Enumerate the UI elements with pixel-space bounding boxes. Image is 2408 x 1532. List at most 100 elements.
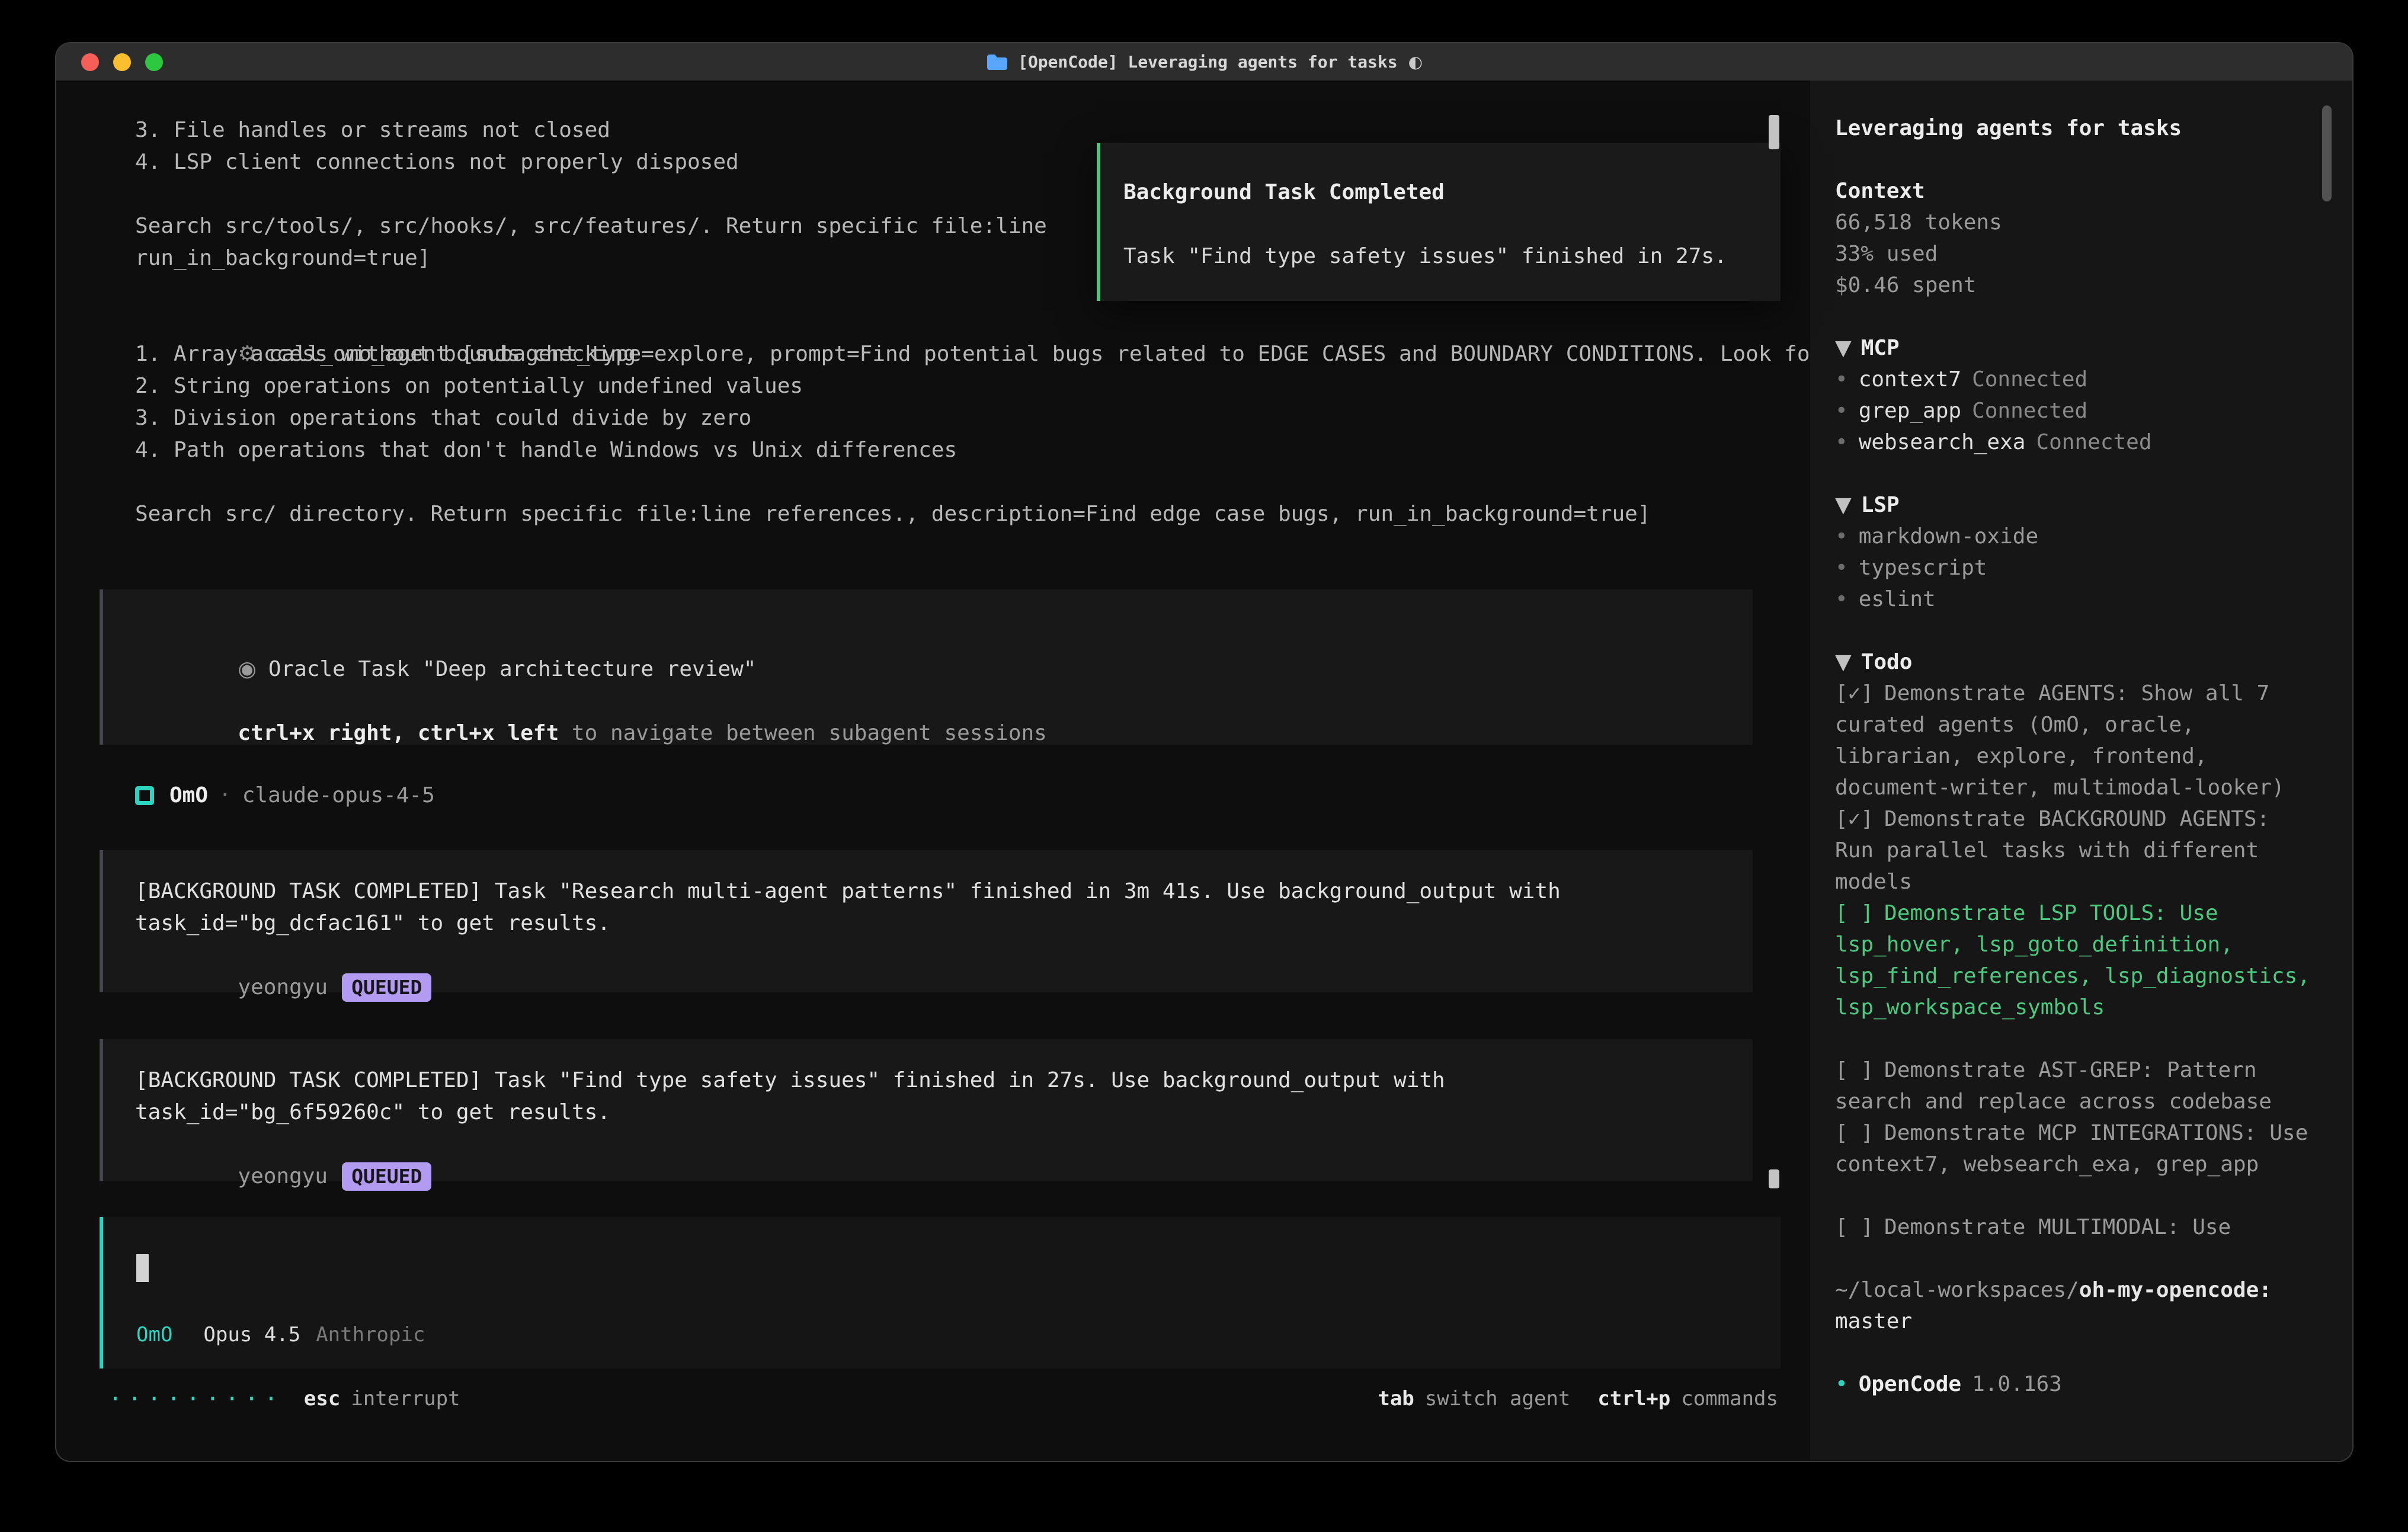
mcp-status: Connected	[1972, 367, 2087, 392]
input-agent-name: OmO	[136, 1319, 172, 1351]
bullet-icon: •	[1835, 399, 1848, 423]
status-bar-right: tab switch agent ctrl+p commands	[1378, 1383, 1778, 1415]
oracle-hint-line: ctrl+x right, ctrl+x left to navigate be…	[135, 685, 1753, 717]
oracle-panel: ◉Oracle Task "Deep architecture review" …	[100, 589, 1753, 745]
workdir-path: ~/local-workspaces/	[1835, 1278, 2079, 1302]
agent-model: claude-opus-4-5	[242, 780, 435, 812]
task-message: [BACKGROUND TASK COMPLETED] Task "Resear…	[100, 850, 1753, 992]
session-title: Leveraging agents for tasks	[1835, 113, 2317, 144]
checkbox-empty-icon: [ ]	[1835, 1121, 1874, 1145]
scrollbar-thumb[interactable]	[1769, 115, 1779, 149]
context-heading: Context	[1835, 175, 2317, 207]
todo-item: [ ]Demonstrate MCP INTEGRATIONS: Use con…	[1835, 1117, 2317, 1180]
input-model-name: Opus 4.5	[203, 1319, 300, 1351]
mcp-status: Connected	[2036, 430, 2151, 454]
separator-dot: ·	[219, 780, 232, 812]
mcp-item: •context7Connected	[1835, 364, 2317, 395]
chevron-down-icon: ▼	[1835, 336, 1852, 360]
terminal-line: 2. String operations on potentially unde…	[135, 370, 1781, 402]
notification-toast: Background Task Completed Task "Find typ…	[1097, 143, 1781, 301]
checkbox-done-icon: [✓]	[1835, 807, 1874, 831]
context-tokens: 66,518 tokens	[1835, 207, 2317, 238]
todo-text: Demonstrate BACKGROUND AGENTS: Run paral…	[1835, 807, 2269, 894]
lsp-heading: LSP	[1861, 493, 1900, 517]
todo-text: Demonstrate MULTIMODAL: Use	[1884, 1215, 2231, 1239]
ctrlp-action-label: commands	[1681, 1383, 1778, 1415]
bullet-icon: •	[1835, 524, 1848, 549]
workdir-repo: oh-my-opencode:	[2079, 1278, 2272, 1302]
task-text: [BACKGROUND TASK COMPLETED] Task "Resear…	[135, 876, 1753, 908]
app-window: [OpenCode] Leveraging agents for tasks ◐…	[56, 43, 2352, 1461]
bullet-icon: •	[1835, 367, 1848, 392]
traffic-lights	[81, 53, 163, 71]
task-text: [BACKGROUND TASK COMPLETED] Task "Find t…	[135, 1065, 1753, 1097]
folder-icon	[986, 53, 1007, 70]
mcp-name: websearch_exa	[1859, 430, 2026, 454]
status-bar: ········· esc interrupt tab switch agent…	[108, 1383, 1778, 1415]
checkbox-empty-icon: [ ]	[1835, 901, 1874, 925]
checkbox-empty-icon: [ ]	[1835, 1215, 1874, 1239]
lsp-name: typescript	[1859, 556, 1987, 580]
todo-text: Demonstrate AST-GREP: Pattern search and…	[1835, 1058, 2272, 1114]
window-title-text: [OpenCode] Leveraging agents for tasks	[1018, 52, 1398, 72]
oracle-title: Oracle Task "Deep architecture review"	[268, 657, 757, 681]
queued-badge: QUEUED	[342, 973, 431, 1002]
ctrlp-key-label: ctrl+p	[1597, 1383, 1670, 1415]
bullet-icon: •	[1835, 430, 1848, 454]
lsp-name: markdown-oxide	[1859, 524, 2038, 549]
task-author: yeongyu	[238, 1164, 328, 1188]
close-button[interactable]	[81, 53, 99, 71]
terminal-main: 3. File handles or streams not closed 4.…	[56, 81, 1781, 1460]
chevron-down-icon: ▼	[1835, 650, 1852, 674]
spinner-dots: ·········	[108, 1383, 284, 1415]
zoom-button[interactable]	[145, 53, 163, 71]
tab-action-label: switch agent	[1425, 1383, 1571, 1415]
lsp-name: eslint	[1859, 587, 1936, 611]
checkbox-done-icon: [✓]	[1835, 681, 1874, 706]
task-text: task_id="bg_dcfac161" to get results.	[135, 908, 1753, 940]
esc-action-label: interrupt	[351, 1383, 460, 1415]
todo-text: Demonstrate MCP INTEGRATIONS: Use contex…	[1835, 1121, 2308, 1177]
task-text: task_id="bg_6f59260c" to get results.	[135, 1097, 1753, 1129]
mcp-item: • websearch_exa Connected	[1835, 427, 2317, 458]
bullet-icon: •	[1835, 1372, 1848, 1396]
context-used: 33% used	[1835, 238, 2317, 270]
agent-header: OmO · claude-opus-4-5	[135, 780, 1781, 812]
opencode-name: OpenCode	[1859, 1372, 1961, 1396]
bullet-icon: •	[1835, 556, 1848, 580]
lsp-item: • eslint	[1835, 584, 2317, 615]
context-spent: $0.46 spent	[1835, 270, 2317, 301]
sidebar-scrollbar-thumb[interactable]	[2322, 105, 2332, 201]
input-cursor	[136, 1254, 149, 1282]
opencode-version: 1.0.163	[1972, 1372, 2062, 1396]
half-circle-icon: ◐	[1408, 52, 1423, 72]
todo-text: Demonstrate AGENTS: Show all 7 curated a…	[1835, 681, 2285, 800]
notification-body: Task "Find type safety issues" finished …	[1123, 241, 1769, 273]
minimize-button[interactable]	[113, 53, 131, 71]
lsp-item: • typescript	[1835, 552, 2317, 584]
oracle-title-line: ◉Oracle Task "Deep architecture review"	[135, 621, 1753, 653]
terminal-line: 4. Path operations that don't handle Win…	[135, 434, 1781, 466]
terminal-line: 3. Division operations that could divide…	[135, 402, 1781, 434]
agent-square-icon	[135, 786, 154, 805]
terminal-line: 3. File handles or streams not closed	[135, 114, 1781, 146]
task-meta: yeongyuQUEUED	[135, 1129, 1753, 1161]
todo-text: Demonstrate LSP TOOLS: Use lsp_hover, ls…	[1835, 901, 2310, 1020]
opencode-version-line: • OpenCode 1.0.163	[1835, 1368, 2317, 1400]
mcp-section-header[interactable]: ▼ MCP	[1835, 332, 2317, 364]
mcp-heading: MCP	[1861, 336, 1900, 360]
lsp-section-header[interactable]: ▼LSP	[1835, 489, 2317, 521]
task-author: yeongyu	[238, 975, 328, 999]
checkbox-empty-icon: [ ]	[1835, 1058, 1874, 1082]
tool-call-line: ⚙call_omo_agent [subagent_type=explore, …	[135, 306, 1781, 338]
bullet-icon: •	[1835, 587, 1848, 611]
scrollbar-thumb[interactable]	[1769, 1169, 1779, 1188]
task-meta: yeongyuQUEUED	[135, 940, 1753, 972]
todo-section-header[interactable]: ▼Todo	[1835, 646, 2317, 678]
input-model-line: OmO Opus 4.5 Anthropic	[136, 1319, 425, 1351]
terminal-line: Search src/ directory. Return specific f…	[135, 498, 1781, 530]
fisheye-icon: ◉	[238, 657, 256, 681]
todo-item: [✓]Demonstrate AGENTS: Show all 7 curate…	[1835, 678, 2317, 803]
input-area[interactable]: OmO Opus 4.5 Anthropic	[100, 1217, 1781, 1368]
todo-item: [✓]Demonstrate BACKGROUND AGENTS: Run pa…	[1835, 803, 2317, 898]
